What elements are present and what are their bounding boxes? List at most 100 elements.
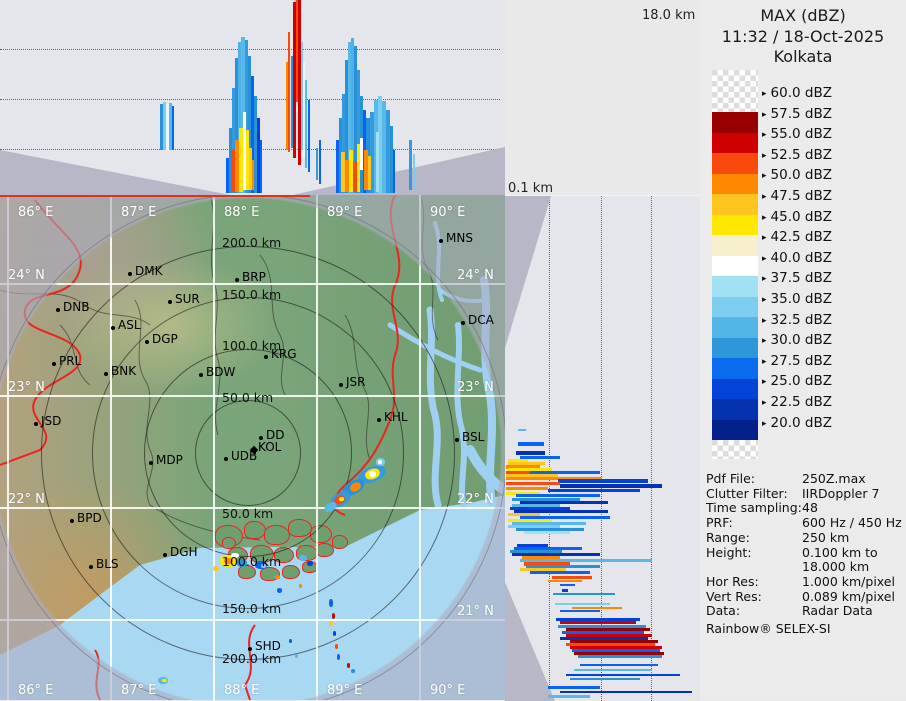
range-ring-label: 50.0 km [222, 506, 274, 521]
city-label-ASL: ASL [118, 318, 141, 332]
legend-arrow-icon: ▸ [762, 109, 767, 120]
city-marker-DCA [461, 321, 465, 325]
city-marker-JSD [34, 422, 38, 426]
legend-entry: ▸ 20.0 dBZ [762, 414, 832, 431]
city-label-BPD: BPD [77, 511, 102, 525]
echo-strip [572, 607, 622, 609]
echo-bar [368, 156, 371, 190]
legend-checker-top [712, 70, 758, 112]
city-marker-DNB [56, 308, 60, 312]
height-axis-min-label: 0.1 km [508, 181, 553, 196]
top-height-profile-panel[interactable] [0, 0, 505, 195]
legend-band [712, 419, 758, 440]
city-label-BDW: BDW [206, 365, 236, 379]
city-label-BLS: BLS [96, 557, 119, 571]
info-row-label: Hor Res: [706, 573, 759, 589]
legend-panel: MAX (dBZ) 11:32 / 18-Oct-2025 Kolkata ▸ 6… [700, 0, 906, 700]
legend-band [712, 296, 758, 317]
echo-strip [506, 482, 560, 485]
city-marker-BLS [89, 565, 93, 569]
legend-entry: ▸ 52.5 dBZ [762, 146, 832, 163]
info-row-value: 250 km [802, 529, 850, 545]
echo-strip [506, 487, 548, 490]
latitude-label: 23° N [457, 380, 494, 395]
echo-strip [548, 686, 600, 689]
echo-bar [172, 106, 174, 150]
city-label-MDP: MDP [156, 453, 183, 467]
city-label-BNK: BNK [111, 364, 137, 378]
echo-strip [578, 655, 662, 658]
latitude-label: 24° N [457, 268, 494, 283]
city-marker-DGP [145, 340, 149, 344]
longitude-label: 87° E [121, 205, 157, 220]
legend-entry: ▸ 32.5 dBZ [762, 311, 832, 328]
legend-band [712, 358, 758, 379]
echo-bar [260, 140, 262, 193]
city-label-SUR: SUR [175, 292, 200, 306]
info-row-label: Vert Res: [706, 588, 762, 604]
legend-band [712, 317, 758, 338]
echo-strip [530, 571, 590, 574]
city-marker-BRP [235, 278, 239, 282]
height-axis-max-label: 18.0 km [642, 8, 696, 23]
city-marker-BNK [104, 372, 108, 376]
legend-arrow-icon: ▸ [762, 274, 767, 285]
legend-band [712, 276, 758, 297]
legend-band [712, 153, 758, 174]
legend-arrow-icon: ▸ [762, 398, 767, 408]
legend-entry: ▸ 55.0 dBZ [762, 126, 832, 143]
legend-entry: ▸ 57.5 dBZ [762, 105, 832, 122]
echo-strip [580, 664, 658, 666]
latitude-label: 22° N [457, 492, 494, 507]
radar-map-panel[interactable]: 86° E 86° E 87° E 87° E 88° E 88° E 89° E 89° E… [0, 195, 506, 700]
city-marker-PRL [52, 362, 56, 366]
echo-strip [560, 584, 575, 586]
legend-band [712, 194, 758, 215]
echo-strip [558, 479, 648, 483]
echo-strip [516, 494, 600, 497]
echo-strip [574, 669, 652, 671]
legend-entry: ▸ 50.0 dBZ [762, 167, 832, 184]
city-marker-JSR [339, 383, 343, 387]
echo-strip [560, 484, 662, 488]
right-profile-echoes [505, 196, 700, 701]
longitude-label: 87° E [121, 683, 157, 698]
legend-arrow-icon: ▸ [762, 356, 767, 367]
legend-entry: ▸ 60.0 dBZ [762, 85, 832, 101]
info-row-value: 250Z.max [802, 471, 866, 486]
legend-arrow-icon: ▸ [762, 315, 767, 326]
info-row-value: 1.000 km/pixel [802, 573, 895, 589]
range-ring-label: 50.0 km [222, 390, 274, 405]
city-label-BSL: BSL [462, 430, 485, 444]
map-labels: 86° E 86° E 87° E 87° E 88° E 88° E 89° E 89° E… [0, 195, 505, 700]
axis-label-area: 18.0 km 0.1 km [505, 0, 700, 196]
radar-station: Kolkata [773, 47, 833, 66]
echo-strip [516, 451, 545, 455]
city-label-DNB: DNB [63, 300, 90, 314]
echo-strip [548, 489, 640, 492]
legend-band [712, 112, 758, 133]
echo-strip [560, 621, 636, 624]
legend-band [712, 214, 758, 235]
echo-strip [570, 678, 640, 680]
city-label-DGH: DGH [170, 545, 198, 559]
top-profile-echoes [0, 0, 505, 195]
city-marker-SUR [168, 300, 172, 304]
city-marker-MDP [149, 461, 153, 465]
echo-bar [316, 148, 318, 180]
city-label-DGP: DGP [152, 332, 178, 346]
longitude-label: 86° E [18, 683, 54, 698]
echo-bar [393, 150, 395, 193]
echo-bar [305, 80, 307, 168]
info-row-value: 18.000 km [802, 559, 870, 575]
legend-entry: ▸ 40.0 dBZ [762, 249, 832, 266]
right-height-profile-panel[interactable] [505, 195, 700, 701]
echo-strip [518, 429, 526, 431]
range-ring-label: 150.0 km [222, 601, 282, 616]
city-label-DMK: DMK [135, 264, 163, 278]
legend-band [712, 173, 758, 194]
info-row-value: 48 [802, 500, 818, 516]
legend-entry: ▸ 22.5 dBZ [762, 394, 832, 410]
city-label-SHD: SHD [255, 639, 281, 653]
echo-bar [413, 154, 415, 190]
